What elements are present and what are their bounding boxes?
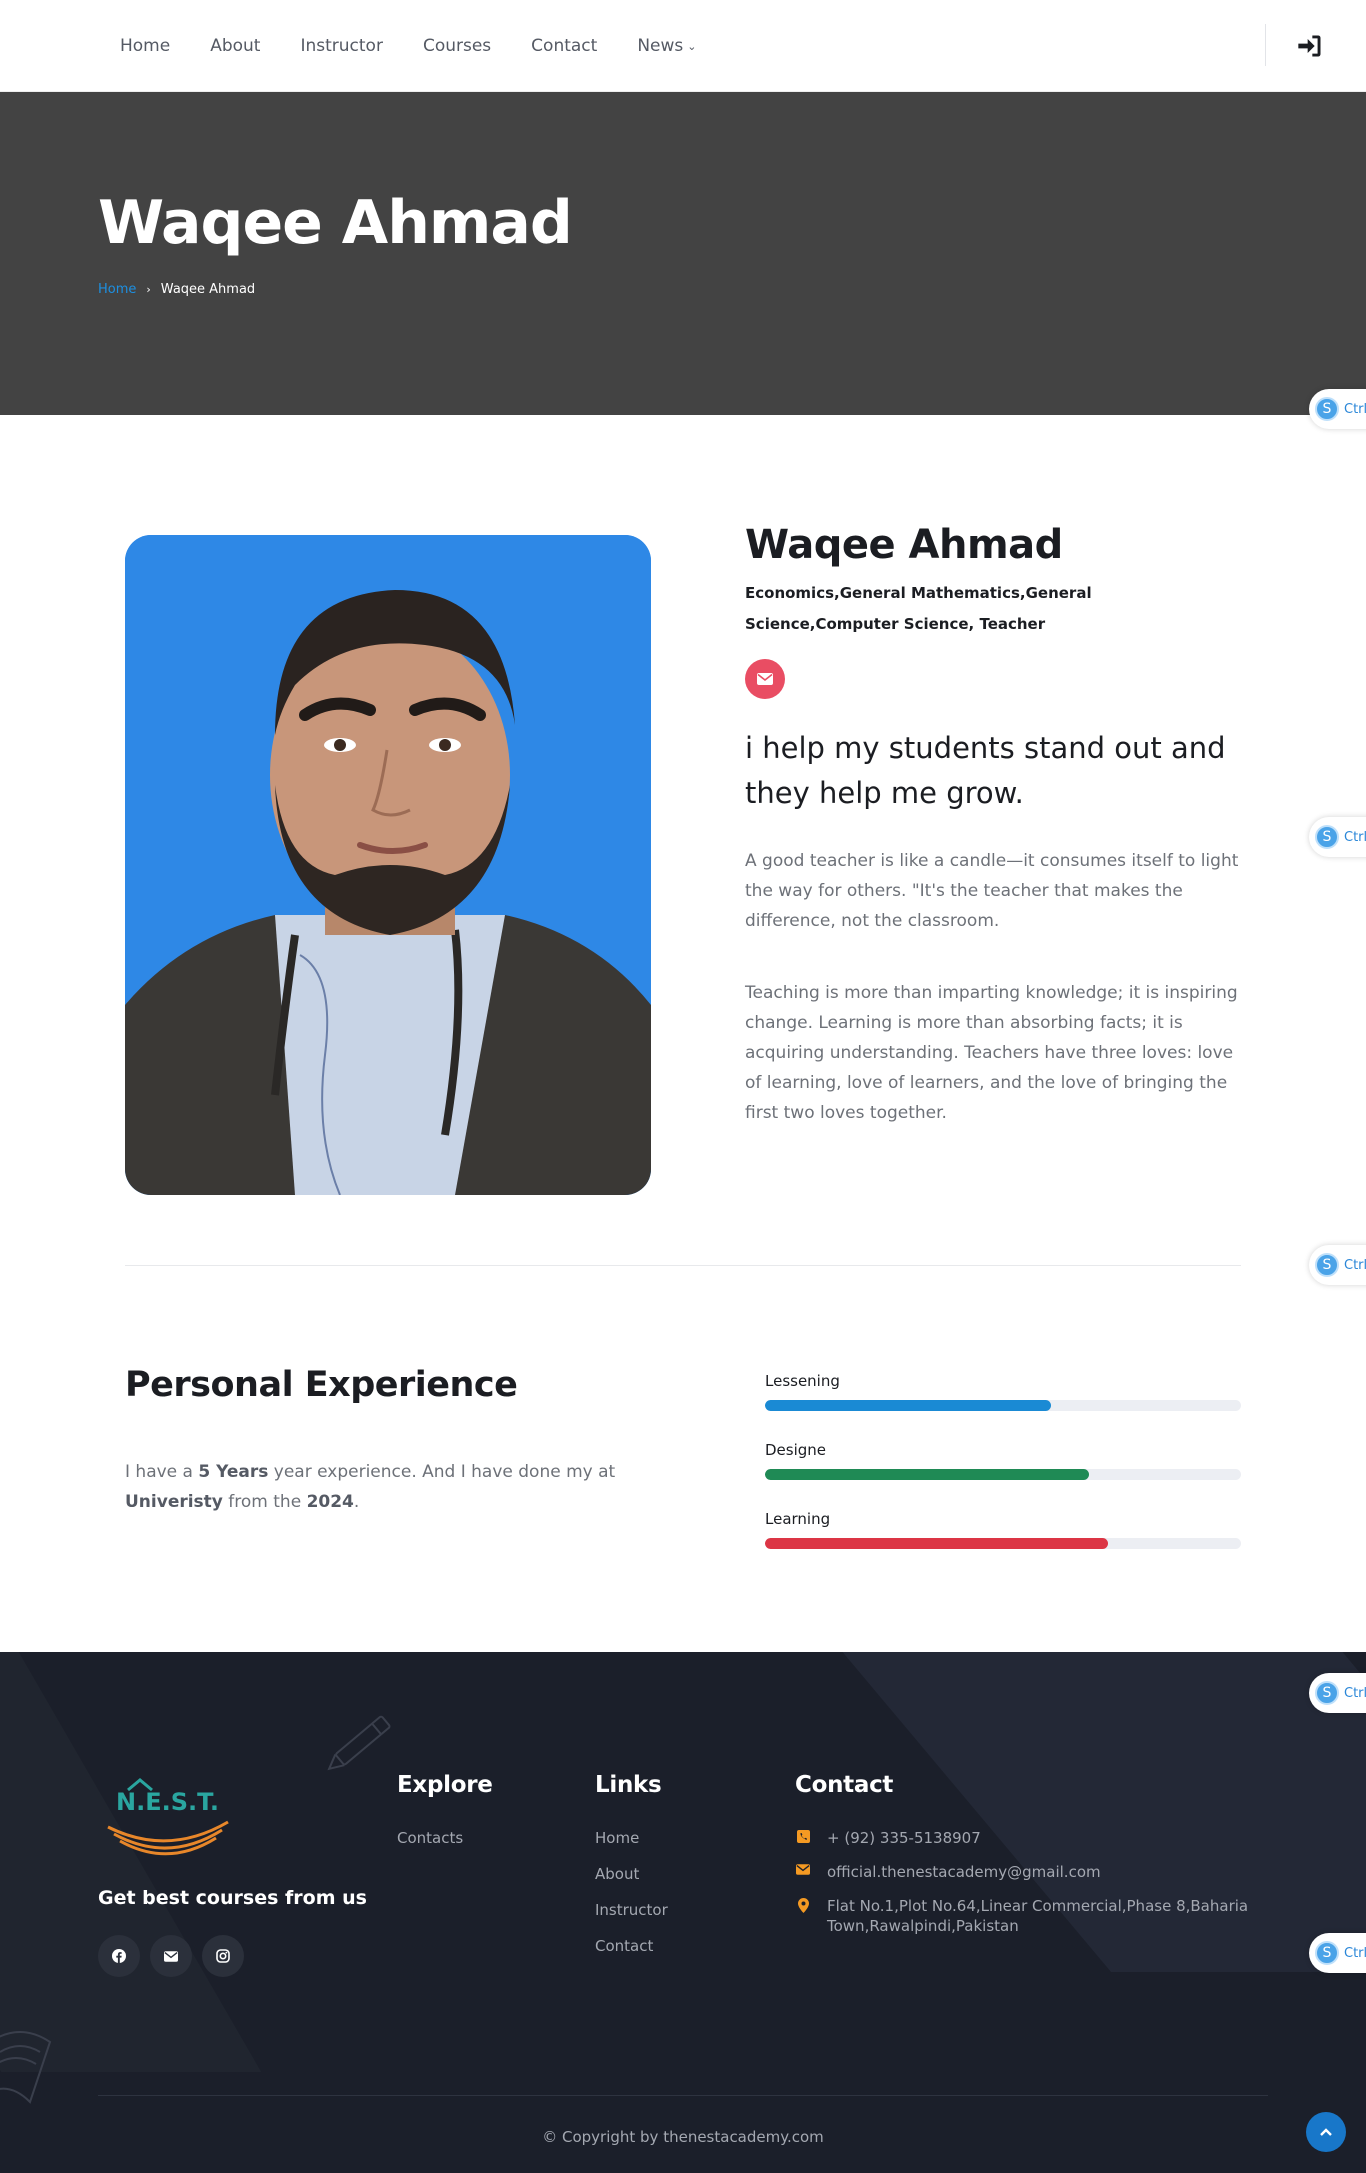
footer-links-heading: Links bbox=[595, 1772, 662, 1798]
ctrl-extension-badge[interactable]: S Ctrl bbox=[1309, 1933, 1366, 1973]
envelope-icon[interactable] bbox=[150, 1935, 192, 1977]
skill-progress-fill bbox=[765, 1400, 1051, 1411]
chevron-up-icon bbox=[1320, 2128, 1332, 2136]
nav-news-label: News bbox=[637, 36, 684, 56]
contact-phone-row: + (92) 335-5138907 bbox=[795, 1828, 981, 1848]
s-logo-icon: S bbox=[1315, 1681, 1339, 1705]
bio-paragraph-2: Teaching is more than imparting knowledg… bbox=[745, 983, 1238, 1123]
map-pin-icon bbox=[795, 1896, 811, 1936]
footer-link-contacts[interactable]: Contacts bbox=[397, 1829, 463, 1847]
skill-track bbox=[765, 1400, 1241, 1411]
ctrl-extension-badge[interactable]: S Ctrl bbox=[1309, 1245, 1366, 1285]
sign-in-icon[interactable] bbox=[1296, 32, 1324, 60]
book-icon bbox=[0, 2031, 52, 2104]
nav-about[interactable]: About bbox=[210, 36, 260, 56]
ctrl-label: Ctrl bbox=[1344, 829, 1366, 845]
ctrl-label: Ctrl bbox=[1344, 401, 1366, 417]
skill-bar: Learning bbox=[765, 1510, 1241, 1549]
nav-instructor[interactable]: Instructor bbox=[300, 36, 382, 56]
footer-link-home[interactable]: Home bbox=[595, 1829, 639, 1847]
s-logo-icon: S bbox=[1315, 825, 1339, 849]
ctrl-extension-badge[interactable]: S Ctrl bbox=[1309, 817, 1366, 857]
instagram-icon[interactable] bbox=[202, 1935, 244, 1977]
instructor-name: Waqee Ahmad bbox=[745, 522, 1063, 568]
ctrl-extension-badge[interactable]: S Ctrl bbox=[1309, 389, 1366, 429]
footer-explore-heading: Explore bbox=[397, 1772, 493, 1798]
instructor-tagline: i help my students stand out and they he… bbox=[745, 731, 1226, 810]
chevron-down-icon: ⌄ bbox=[687, 39, 697, 53]
nest-logo[interactable]: N.E.S.T. bbox=[98, 1772, 238, 1862]
ctrl-label: Ctrl bbox=[1344, 1945, 1366, 1961]
skill-track bbox=[765, 1538, 1241, 1549]
skill-progress-fill bbox=[765, 1538, 1108, 1549]
experience-year: 2024 bbox=[306, 1492, 354, 1512]
footer-link-about[interactable]: About bbox=[595, 1865, 639, 1883]
s-logo-icon: S bbox=[1315, 1253, 1339, 1277]
skill-progress-fill bbox=[765, 1469, 1089, 1480]
s-logo-icon: S bbox=[1315, 397, 1339, 421]
section-divider bbox=[125, 1265, 1241, 1266]
skill-label: Learning bbox=[765, 1510, 831, 1528]
footer-divider bbox=[98, 2095, 1268, 2096]
copyright-text: © Copyright by thenestacademy.com bbox=[542, 2128, 824, 2146]
footer-contact-heading: Contact bbox=[795, 1772, 894, 1798]
skill-label: Designe bbox=[765, 1441, 827, 1459]
nav-links: Home About Instructor Courses Contact Ne… bbox=[120, 0, 696, 92]
email-button[interactable] bbox=[745, 659, 785, 699]
social-links bbox=[98, 1935, 244, 1977]
footer-tagline: Get best courses from us bbox=[98, 1887, 367, 1909]
ctrl-label: Ctrl bbox=[1344, 1685, 1366, 1701]
contact-address: Flat No.1,Plot No.64,Linear Commercial,P… bbox=[827, 1897, 1249, 1935]
breadcrumb: Home › Waqee Ahmad bbox=[98, 282, 255, 297]
contact-address-row: Flat No.1,Plot No.64,Linear Commercial,P… bbox=[795, 1896, 1265, 1936]
experience-title: Personal Experience bbox=[125, 1365, 518, 1405]
scroll-to-top-button[interactable] bbox=[1306, 2112, 1346, 2152]
breadcrumb-home-link[interactable]: Home bbox=[98, 282, 136, 297]
chevron-right-icon: › bbox=[146, 283, 151, 296]
experience-text: I have a 5 Years year experience. And I … bbox=[125, 1462, 616, 1512]
experience-university: Univeristy bbox=[125, 1492, 223, 1512]
page-hero: Waqee Ahmad Home › Waqee Ahmad bbox=[0, 92, 1366, 415]
site-footer: N.E.S.T. Get best courses from us Explor… bbox=[0, 1652, 1366, 2173]
top-navbar: Home About Instructor Courses Contact Ne… bbox=[0, 0, 1366, 92]
pencil-icon bbox=[327, 1715, 391, 1771]
contact-phone[interactable]: + (92) 335-5138907 bbox=[827, 1828, 981, 1848]
contact-email-row: official.thenestacademy@gmail.com bbox=[795, 1862, 1101, 1882]
skill-label: Lessening bbox=[765, 1372, 840, 1390]
phone-icon bbox=[795, 1828, 811, 1848]
experience-years: 5 Years bbox=[198, 1462, 269, 1482]
skill-bar: Lessening bbox=[765, 1372, 1241, 1411]
contact-email[interactable]: official.thenestacademy@gmail.com bbox=[827, 1862, 1101, 1882]
logo-text: N.E.S.T. bbox=[116, 1788, 219, 1816]
facebook-icon[interactable] bbox=[98, 1935, 140, 1977]
skill-track bbox=[765, 1469, 1241, 1480]
nav-courses[interactable]: Courses bbox=[423, 36, 491, 56]
skill-bar: Designe bbox=[765, 1441, 1241, 1480]
bio-paragraph-1: A good teacher is like a candle—it consu… bbox=[745, 851, 1239, 931]
breadcrumb-current: Waqee Ahmad bbox=[160, 282, 256, 297]
envelope-icon bbox=[795, 1862, 811, 1882]
nav-divider bbox=[1265, 24, 1266, 66]
page-title: Waqee Ahmad bbox=[98, 188, 573, 258]
ctrl-label: Ctrl bbox=[1344, 1257, 1366, 1273]
ctrl-extension-badge[interactable]: S Ctrl bbox=[1309, 1673, 1366, 1713]
instructor-subjects: Economics,General Mathematics,General Sc… bbox=[745, 584, 1092, 633]
nav-contact[interactable]: Contact bbox=[531, 36, 597, 56]
nav-home[interactable]: Home bbox=[120, 36, 170, 56]
envelope-icon bbox=[757, 673, 773, 685]
footer-decor-shape bbox=[0, 1652, 262, 2072]
nav-news[interactable]: News ⌄ bbox=[637, 36, 696, 56]
footer-link-instructor[interactable]: Instructor bbox=[595, 1901, 668, 1919]
instructor-photo bbox=[125, 535, 651, 1195]
footer-link-contact[interactable]: Contact bbox=[595, 1937, 653, 1955]
s-logo-icon: S bbox=[1315, 1941, 1339, 1965]
